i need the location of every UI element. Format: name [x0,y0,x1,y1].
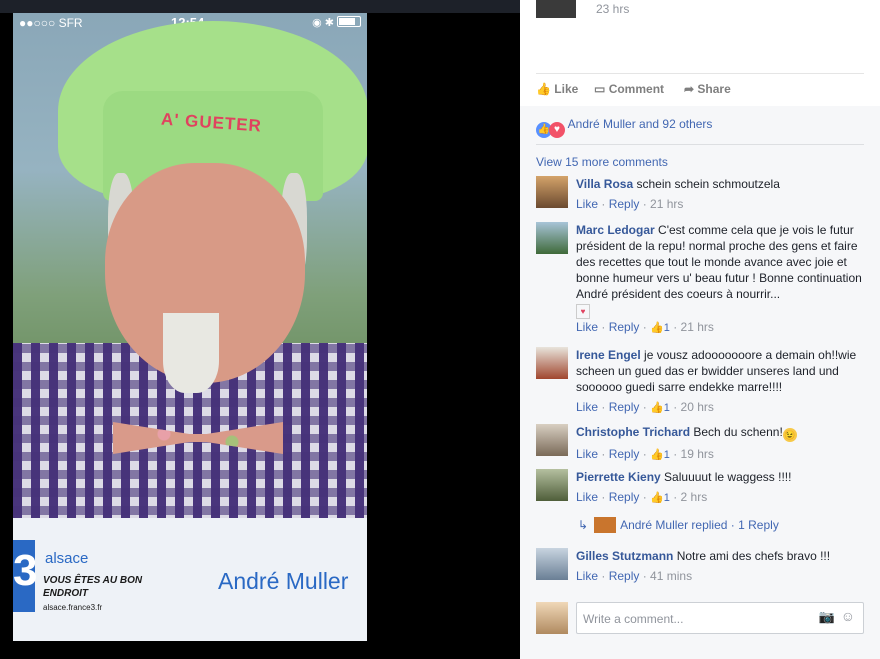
reply-count[interactable]: 1 Reply [738,518,779,532]
comment-time[interactable]: 2 hrs [681,490,708,504]
battery-icon [337,16,361,27]
comment-meta: Like · Reply · 👍1 · 21 hrs [576,320,714,336]
thumbs-up-icon: 👍 [650,322,664,334]
thumbs-up-icon: 👍 [536,82,551,96]
divider [536,73,864,74]
beard [163,313,219,393]
share-button[interactable]: ➦ Share [684,82,731,96]
current-user-avatar [536,602,568,634]
comment-reply-link[interactable]: Reply [609,400,640,414]
comment-meta: Like · Reply · 👍1 · 2 hrs [576,490,708,506]
avatar[interactable] [536,548,568,580]
avatar[interactable] [536,469,568,501]
comment-text: Saluuuut le waggess !!!! [664,470,792,484]
comment-likes[interactable]: 👍1 [650,447,670,463]
comment-author[interactable]: Christophe Trichard [576,425,690,439]
comment-author[interactable]: Marc Ledogar [576,223,655,237]
heart-emoji-icon: ♥ [576,304,590,319]
slogan: VOUS ÊTES AU BON ENDROIT [43,575,143,599]
reply-summary[interactable]: ↳ André Muller replied · 1 Reply [578,517,779,533]
love-reaction-icon: ♥ [549,122,565,138]
comment-text: Bech du schenn! [693,425,783,439]
shared-photo[interactable]: ●●○○○ SFR 12:54 ◉ ✱ A' GUETER 3 alsace V… [13,13,367,641]
comment-meta: Like · Reply · 41 mins [576,569,693,583]
comment-author[interactable]: Villa Rosa [576,177,633,191]
site-url: alsace.france3.fr [43,603,103,612]
comment-time[interactable]: 20 hrs [681,400,714,414]
avatar[interactable] [536,222,568,254]
comment-reply-link[interactable]: Reply [609,569,640,583]
comment-icon: ▭ [594,82,606,96]
divider [536,144,864,145]
comment-text: schein schein schmoutzela [636,177,780,191]
avatar[interactable] [536,347,568,379]
status-icons: ◉ ✱ [312,16,361,29]
comment-time[interactable]: 21 hrs [650,197,683,211]
camera-icon[interactable]: 📷 [819,609,835,625]
comment-time[interactable]: 19 hrs [681,447,714,461]
wink-emoji-icon: 😉 [782,428,797,442]
comment-like-link[interactable]: Like [576,569,598,583]
comment-text: Notre ami des chefs bravo !!! [676,549,831,563]
previous-comment-row: 23 hrs [536,0,864,22]
comment-time[interactable]: 41 mins [650,569,692,583]
facebook-comments-panel: 23 hrs 👍 Like ▭ Comment ➦ Share 👍 ♥ André… [520,0,880,659]
comment-meta: Like · Reply · 👍1 · 20 hrs [576,400,714,416]
avatar[interactable] [536,424,568,456]
comment-input-placeholder: Write a comment... [583,612,684,626]
avatar[interactable] [536,176,568,208]
comment-like-link[interactable]: Like [576,447,598,461]
comment-author[interactable]: Pierrette Kieny [576,470,661,484]
comment-meta: Like · Reply · 👍1 · 19 hrs [576,447,714,463]
reactions-text[interactable]: André Muller and 92 others [568,117,713,131]
comment-reply-link[interactable]: Reply [609,490,640,504]
comment-input[interactable]: Write a comment... 📷 ☺ [576,602,864,634]
comment-likes[interactable]: 👍1 [650,400,670,416]
reply-author[interactable]: André Muller replied [620,518,727,532]
share-icon: ➦ [684,82,695,96]
comment-reply-link[interactable]: Reply [609,447,640,461]
region-label: alsace [45,550,89,567]
comment-like-link[interactable]: Like [576,490,598,504]
france3-logo-number: 3 [13,546,38,595]
replier-avatar [594,517,617,533]
comment-button[interactable]: ▭ Comment [594,82,664,96]
like-button[interactable]: 👍 Like [536,82,578,96]
post-actions: 👍 Like ▭ Comment ➦ Share [536,80,864,98]
view-more-comments[interactable]: View 15 more comments [536,155,668,169]
previous-timestamp: 23 hrs [596,2,630,16]
comment-like-link[interactable]: Like [576,400,598,414]
thumbs-up-icon: 👍 [650,492,664,504]
comment-meta: Like · Reply · 21 hrs [576,197,684,211]
comment-likes[interactable]: 👍1 [650,490,670,506]
previous-thumbnail [536,0,576,18]
emoji-icon[interactable]: ☺ [841,608,855,624]
comment-author[interactable]: Irene Engel [576,348,641,362]
banner-name: André Muller [218,568,349,594]
comment-reply-link[interactable]: Reply [609,320,640,334]
thumbs-up-icon: 👍 [650,402,664,414]
carrier-label: ●●○○○ SFR [19,16,83,30]
comment-time[interactable]: 21 hrs [681,320,714,334]
comment-like-link[interactable]: Like [576,320,598,334]
thumbs-up-icon: 👍 [650,449,664,461]
reactions-summary[interactable]: 👍 ♥ André Muller and 92 others [536,117,712,138]
tv-banner: 3 alsace VOUS ÊTES AU BON ENDROIT alsace… [13,518,367,641]
comment-author[interactable]: Gilles Stutzmann [576,549,673,563]
reply-arrow-icon: ↳ [578,518,589,532]
write-comment-row: Write a comment... 📷 ☺ [536,602,864,634]
comment-reply-link[interactable]: Reply [609,197,640,211]
comment-likes[interactable]: 👍1 [650,320,670,336]
comment-like-link[interactable]: Like [576,197,598,211]
